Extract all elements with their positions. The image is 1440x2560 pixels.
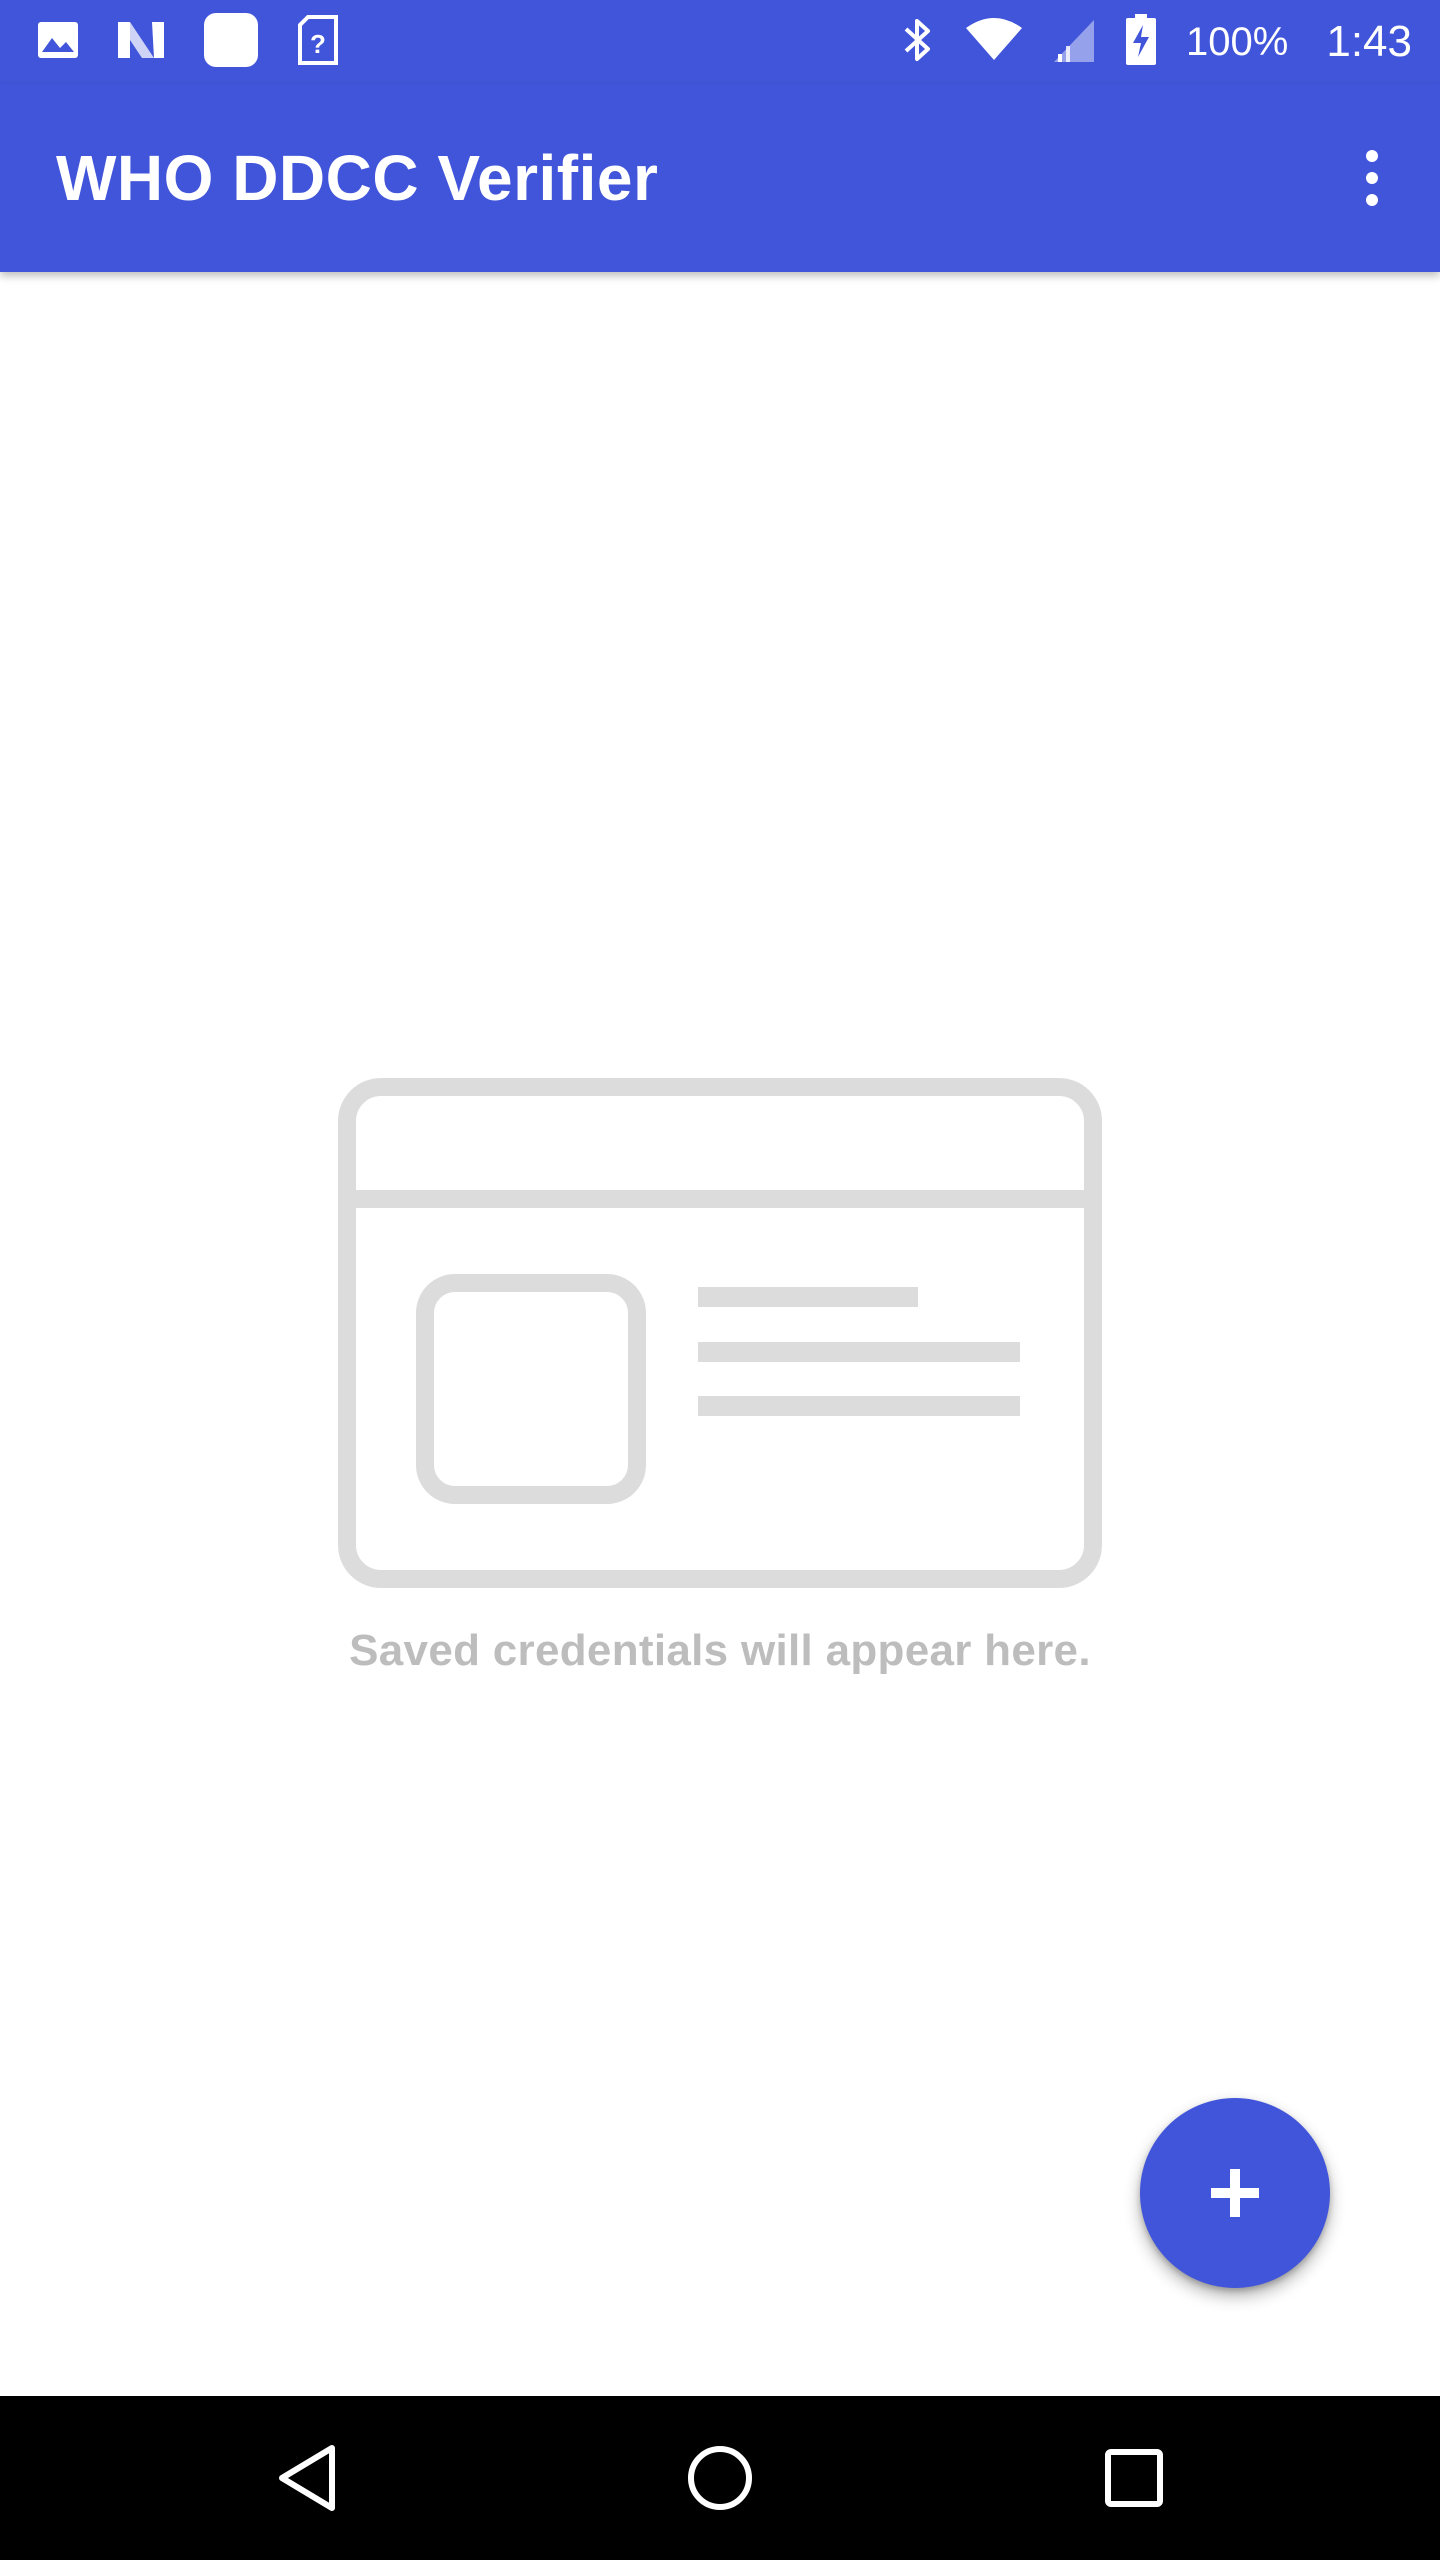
home-icon [688,2446,752,2510]
n-logo-icon [116,18,166,67]
recents-icon [1105,2449,1163,2507]
empty-state-message: Saved credentials will appear here. [349,1626,1091,1675]
bluetooth-icon [900,15,936,70]
empty-state: Saved credentials will appear here. [0,1078,1440,1676]
back-icon [279,2445,335,2511]
battery-charging-icon [1124,13,1158,72]
wifi-icon [964,16,1024,69]
recents-button[interactable] [1054,2396,1214,2560]
notification-icons: ? [36,12,340,70]
image-icon [36,18,80,67]
square-app-icon [202,11,260,74]
overflow-menu-button[interactable] [1340,138,1404,218]
back-button[interactable] [228,2396,388,2560]
system-icons: 100% 1:43 [900,13,1412,72]
id-card-placeholder-icon [338,1078,1102,1588]
svg-text:?: ? [310,29,326,59]
status-bar: ? 100% 1:43 [0,0,1440,84]
add-credential-button[interactable] [1140,2098,1330,2288]
app-bar: WHO DDCC Verifier [0,84,1440,272]
plus-icon [1211,2169,1259,2217]
sim-unknown-icon: ? [296,14,340,70]
signal-icon [1052,16,1096,69]
screen: ? 100% 1:43 WHO DDCC Verifier Saved cred… [0,0,1440,2560]
more-vert-icon [1366,150,1378,206]
battery-percentage: 100% [1186,20,1289,64]
app-title: WHO DDCC Verifier [56,142,659,214]
navigation-bar [0,2396,1440,2560]
clock: 1:43 [1326,17,1412,66]
home-button[interactable] [640,2396,800,2560]
